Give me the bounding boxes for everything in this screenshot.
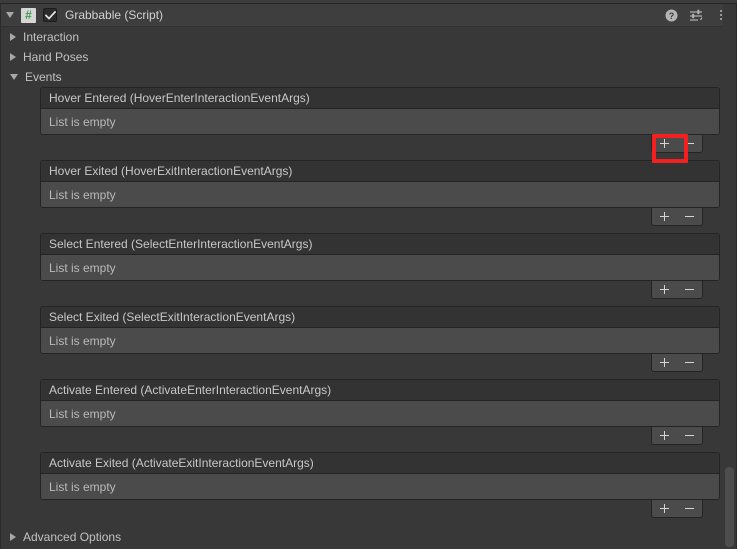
event-block-activate-entered: Activate Entered (ActivateEnterInteracti… [40,379,720,446]
add-event-listener-button[interactable] [652,500,677,517]
event-footer [40,208,720,227]
foldout-hand-poses-label: Hand Poses [23,50,89,64]
vertical-scrollbar-track[interactable] [723,4,736,549]
event-title: Select Entered (SelectEnterInteractionEv… [41,234,719,255]
chevron-right-icon[interactable] [10,33,16,41]
event-title: Activate Exited (ActivateExitInteraction… [41,453,719,474]
preset-icon[interactable] [689,8,703,22]
help-icon[interactable]: ? [664,8,678,22]
event-list-controls [651,208,703,226]
event-footer [40,500,720,519]
component-enabled-checkbox[interactable] [43,8,57,22]
remove-event-listener-button[interactable] [677,354,702,371]
event-title: Select Exited (SelectExitInteractionEven… [41,307,719,328]
event-list-controls [651,354,703,372]
foldout-interaction[interactable]: Interaction [1,27,736,47]
event-block-select-exited: Select Exited (SelectExitInteractionEven… [40,306,720,373]
event-title: Hover Exited (HoverExitInteractionEventA… [41,161,719,182]
event-title: Activate Entered (ActivateEnterInteracti… [41,380,719,401]
remove-event-listener-button[interactable] [677,281,702,298]
chevron-right-icon[interactable] [10,533,16,541]
foldout-advanced-options-label: Advanced Options [23,530,122,544]
vertical-scrollbar-thumb[interactable] [725,467,734,547]
events-container: Hover Entered (HoverEnterInteractionEven… [1,87,736,519]
event-footer [40,281,720,300]
add-event-listener-button[interactable] [652,427,677,444]
chevron-down-icon[interactable] [10,74,18,80]
event-list-controls [651,135,703,153]
event-block-hover-exited: Hover Exited (HoverExitInteractionEventA… [40,160,720,227]
event-title: Hover Entered (HoverEnterInteractionEven… [41,88,719,109]
component-expand-triangle-icon[interactable] [6,12,14,18]
event-empty-message: List is empty [41,182,719,207]
script-icon: # [21,7,36,23]
event-footer [40,135,720,154]
event-box: Select Exited (SelectExitInteractionEven… [40,306,720,354]
remove-event-listener-button[interactable] [677,500,702,517]
add-event-listener-button[interactable] [652,208,677,225]
svg-text:?: ? [668,11,674,21]
event-empty-message: List is empty [41,474,719,499]
foldout-events[interactable]: Events [1,67,736,87]
unity-inspector-panel: # Grabbable (Script) ? Interaction Hand … [0,0,737,549]
foldout-events-label: Events [25,70,62,84]
component-title: Grabbable (Script) [65,8,164,22]
remove-event-listener-button[interactable] [677,208,702,225]
add-event-listener-button[interactable] [652,354,677,371]
event-empty-message: List is empty [41,109,719,134]
component-header-actions: ? [664,8,730,22]
event-list-controls [651,500,703,518]
foldout-interaction-label: Interaction [23,30,80,44]
chevron-right-icon[interactable] [10,53,16,61]
event-empty-message: List is empty [41,328,719,353]
event-block-hover-entered: Hover Entered (HoverEnterInteractionEven… [40,87,720,154]
event-box: Activate Entered (ActivateEnterInteracti… [40,379,720,427]
event-footer [40,354,720,373]
event-box: Select Entered (SelectEnterInteractionEv… [40,233,720,281]
component-header[interactable]: # Grabbable (Script) ? [1,4,736,27]
event-box: Activate Exited (ActivateExitInteraction… [40,452,720,500]
event-empty-message: List is empty [41,255,719,280]
event-empty-message: List is empty [41,401,719,426]
add-event-listener-button[interactable] [652,135,677,152]
foldout-advanced-options[interactable]: Advanced Options [1,527,736,547]
remove-event-listener-button[interactable] [677,135,702,152]
add-event-listener-button[interactable] [652,281,677,298]
event-block-select-entered: Select Entered (SelectEnterInteractionEv… [40,233,720,300]
component-panel: # Grabbable (Script) ? Interaction Hand … [0,4,737,549]
event-list-controls [651,281,703,299]
remove-event-listener-button[interactable] [677,427,702,444]
event-footer [40,427,720,446]
event-box: Hover Entered (HoverEnterInteractionEven… [40,87,720,135]
event-list-controls [651,427,703,445]
event-box: Hover Exited (HoverExitInteractionEventA… [40,160,720,208]
foldout-hand-poses[interactable]: Hand Poses [1,47,736,67]
event-block-activate-exited: Activate Exited (ActivateExitInteraction… [40,452,720,519]
